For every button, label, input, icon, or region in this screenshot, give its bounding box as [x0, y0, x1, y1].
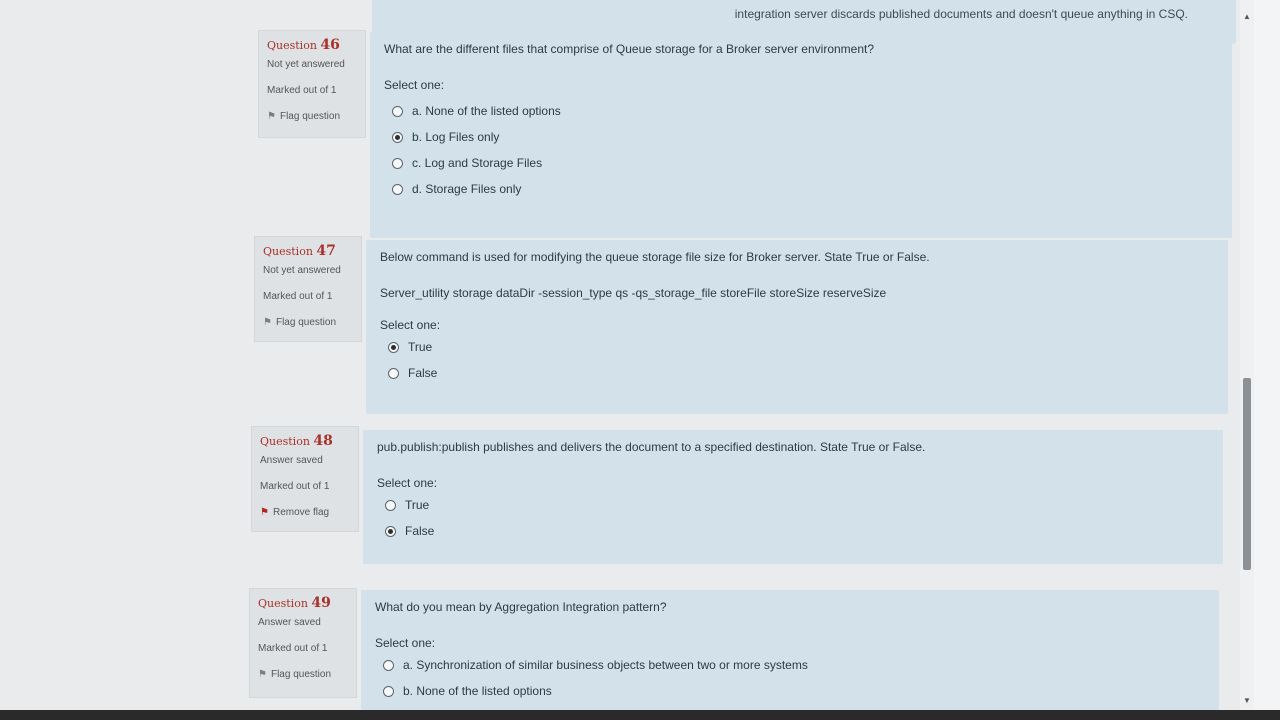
question-state: Answer saved [258, 617, 321, 628]
flag-icon: ⚑ [263, 317, 272, 328]
flag-question-button[interactable]: ⚑ Flag question [263, 317, 353, 328]
answer-options: a. None of the listed options b. Log Fil… [384, 98, 1218, 202]
answer-option-c[interactable]: c. Log and Storage Files [384, 150, 1218, 176]
radio-button[interactable] [392, 157, 403, 169]
answer-option-d[interactable]: d. Storage Files only [384, 176, 1218, 202]
radio-button[interactable] [383, 659, 394, 671]
quiz-page: integration server discards published do… [0, 0, 1240, 720]
question-body-47: Below command is used for modifying the … [366, 240, 1228, 414]
select-one-label: Select one: [380, 318, 441, 332]
question-info-46: Question 46 Not yet answered Marked out … [258, 30, 366, 138]
question-state: Not yet answered [263, 265, 341, 276]
question-info-47: Question 47 Not yet answered Marked out … [254, 236, 362, 342]
question-text: What do you mean by Aggregation Integrat… [375, 600, 667, 614]
question-number: Question 48 [260, 433, 333, 449]
question-body-49: What do you mean by Aggregation Integrat… [361, 590, 1219, 710]
question-number: Question 47 [263, 243, 336, 259]
flag-question-button[interactable]: ⚑ Flag question [267, 111, 357, 122]
radio-button[interactable] [383, 685, 394, 697]
question-command: Server_utility storage dataDir -session_… [380, 286, 887, 300]
radio-button[interactable] [385, 499, 396, 511]
answer-option-b[interactable]: b. None of the listed options [375, 678, 1205, 704]
question-info-48: Question 48 Answer saved Marked out of 1… [251, 426, 359, 532]
answer-options: a. Synchronization of similar business o… [375, 652, 1205, 704]
answer-option-true[interactable]: True [377, 492, 1209, 518]
select-one-label: Select one: [375, 636, 436, 650]
answer-option-a[interactable]: a. Synchronization of similar business o… [375, 652, 1205, 678]
remove-flag-button[interactable]: ⚑ Remove flag [260, 507, 350, 518]
answer-option-true[interactable]: True [380, 334, 1214, 360]
question-number: Question 49 [258, 595, 331, 611]
answer-option-false[interactable]: False [380, 360, 1214, 386]
question-mark: Marked out of 1 [267, 85, 337, 96]
flag-icon: ⚑ [258, 669, 267, 680]
screen-bezel [0, 710, 1280, 720]
answer-option-a[interactable]: a. None of the listed options [384, 98, 1218, 124]
select-one-label: Select one: [384, 78, 445, 92]
question-text: What are the different files that compri… [384, 42, 875, 56]
question-mark: Marked out of 1 [263, 291, 333, 302]
answer-options: True False [380, 334, 1214, 386]
chevron-up-icon[interactable]: ▲ [1242, 12, 1252, 22]
flag-question-button[interactable]: ⚑ Flag question [258, 669, 348, 680]
answer-option-false[interactable]: False [377, 518, 1209, 544]
question-text: pub.publish:publish publishes and delive… [377, 440, 926, 454]
scroll-thumb[interactable] [1243, 378, 1251, 570]
answer-option-b[interactable]: b. Log Files only [384, 124, 1218, 150]
radio-button[interactable] [392, 105, 403, 117]
radio-button[interactable] [388, 341, 399, 353]
question-body-48: pub.publish:publish publishes and delive… [363, 430, 1223, 564]
radio-button[interactable] [385, 525, 396, 537]
previous-question-option-text: integration server discards published do… [734, 7, 1188, 21]
flag-icon: ⚑ [267, 111, 276, 122]
window-edge [1254, 0, 1280, 720]
chevron-down-icon[interactable]: ▼ [1242, 696, 1252, 706]
question-state: Not yet answered [267, 59, 345, 70]
question-mark: Marked out of 1 [258, 643, 328, 654]
radio-button[interactable] [392, 183, 403, 195]
radio-button[interactable] [388, 367, 399, 379]
vertical-scrollbar[interactable]: ▲ ▼ [1240, 0, 1254, 720]
question-mark: Marked out of 1 [260, 481, 330, 492]
answer-options: True False [377, 492, 1209, 544]
radio-button[interactable] [392, 131, 403, 143]
question-info-49: Question 49 Answer saved Marked out of 1… [249, 588, 357, 698]
flag-icon: ⚑ [260, 507, 269, 518]
question-text: Below command is used for modifying the … [380, 250, 930, 264]
select-one-label: Select one: [377, 476, 438, 490]
question-number: Question 46 [267, 37, 340, 53]
question-body-46: What are the different files that compri… [370, 32, 1232, 238]
question-state: Answer saved [260, 455, 323, 466]
